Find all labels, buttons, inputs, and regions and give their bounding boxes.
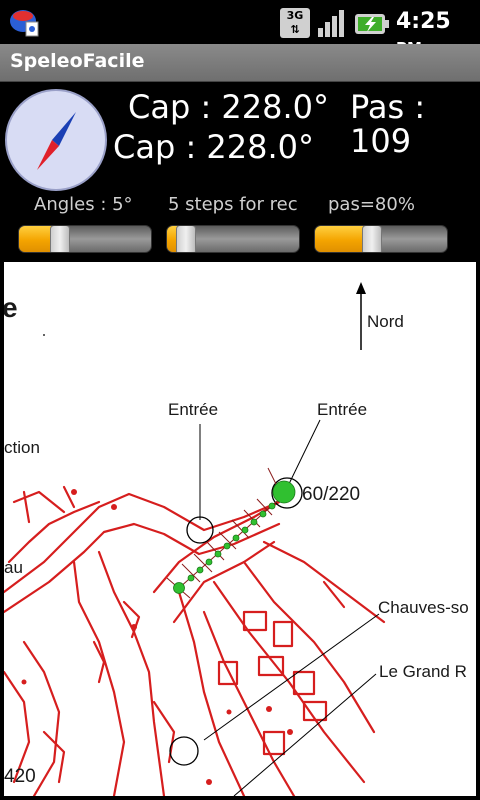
control-panel: Cap : 228.0° Cap : 228.0° Pas : 109 Angl… [0,82,480,260]
compass-icon [5,89,107,191]
heading-readout-secondary: Cap : 228.0° [113,128,314,166]
status-bar: 3G⇅ 4:25 PM [0,0,480,57]
network-3g-icon: 3G ⇅ [280,8,310,38]
app-notification-icon [10,10,39,37]
angles-slider-thumb[interactable] [50,226,70,252]
map-label-bearing: 60/220 [302,484,361,505]
steps-count: 109 [350,122,412,160]
map-title-fragment: e [4,292,18,323]
clock-time: 4:25 [396,9,451,34]
map-label-entree-right: Entrée [317,400,368,419]
cave-map[interactable]: e Nord Entrée Entrée ction 60/220 au Cha… [4,262,476,796]
map-label-nord: Nord [367,312,404,331]
pas-slider[interactable] [314,225,448,253]
signal-strength-icon [318,10,344,37]
title-bar: SpeleoFacile [0,44,480,82]
battery-charging-icon [355,14,389,34]
map-label-entree-left: Entrée [168,400,219,419]
pas-slider-thumb[interactable] [362,226,382,252]
map-label-420: 420 [4,766,36,787]
steps-slider-label: 5 steps for rec [168,194,298,215]
heading-readout-primary: Cap : 228.0° [128,88,329,126]
map-label-grand: Le Grand R [379,662,467,681]
cave-survey-drawing [4,282,386,796]
map-label-chauves: Chauves-so [378,598,469,617]
steps-slider[interactable] [166,225,300,253]
app-title: SpeleoFacile [10,50,145,72]
map-label-au: au [4,558,23,577]
angles-slider-label: Angles : 5° [34,194,133,215]
network-type-label: 3G [286,9,304,22]
steps-slider-thumb[interactable] [176,226,196,252]
map-label-ction: ction [4,438,40,457]
pas-slider-label: pas=80% [328,194,415,215]
steps-label: Pas : [350,88,426,126]
angles-slider[interactable] [18,225,152,253]
